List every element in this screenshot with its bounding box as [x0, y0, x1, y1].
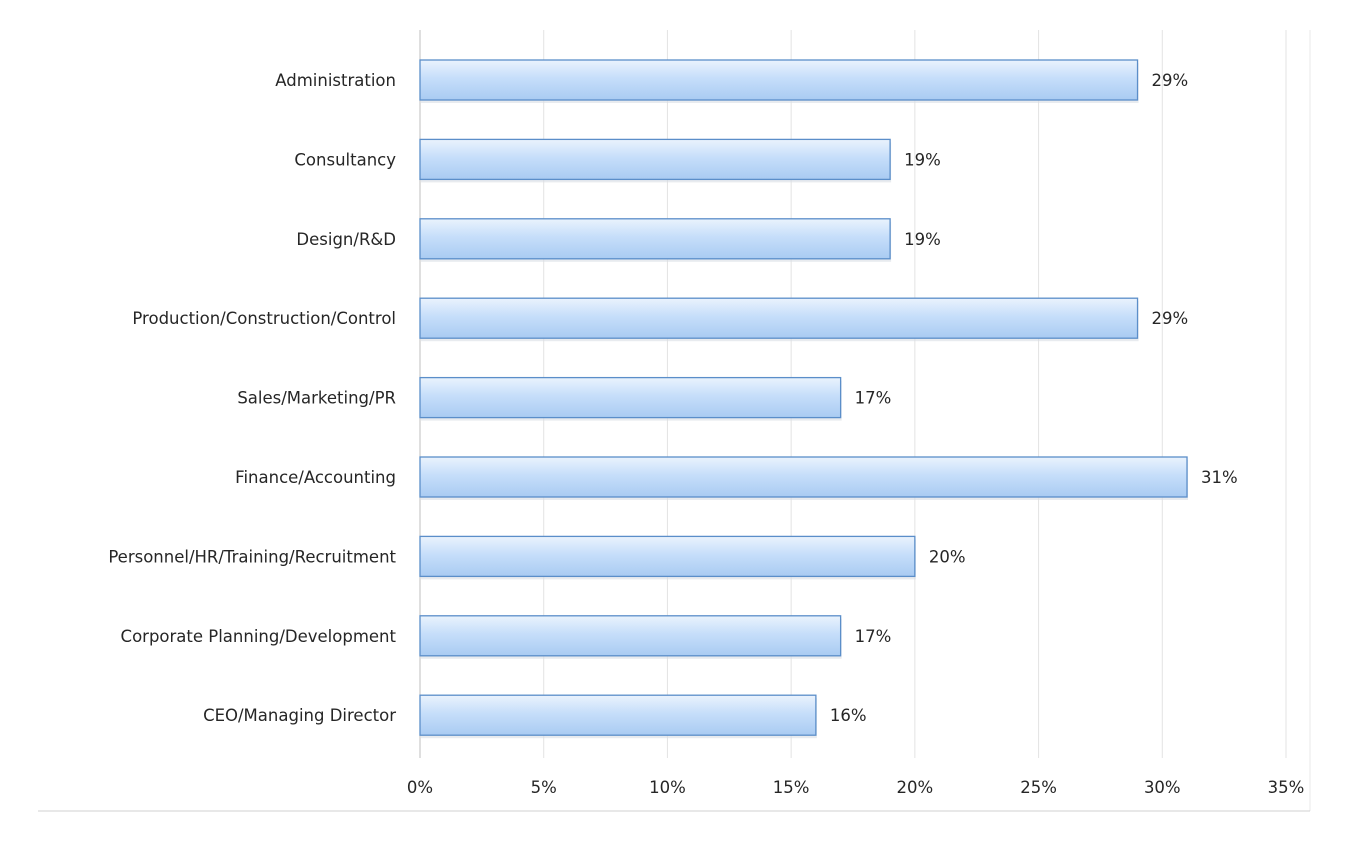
bar-design-r-d	[419, 218, 891, 260]
category-label: Corporate Planning/Development	[121, 627, 397, 646]
bars	[419, 59, 1189, 739]
category-label: Production/Construction/Control	[132, 309, 396, 328]
x-tick-label: 20%	[897, 778, 934, 797]
data-label: 16%	[830, 706, 867, 725]
x-tick-label: 10%	[649, 778, 686, 797]
bar-corporate-planning-development	[419, 615, 842, 657]
x-tick-label: 35%	[1268, 778, 1305, 797]
x-tick-label: 5%	[531, 778, 557, 797]
bar-administration	[419, 59, 1139, 101]
data-label: 29%	[1152, 71, 1189, 90]
category-label: Consultancy	[294, 150, 396, 169]
x-tick-label: 30%	[1144, 778, 1181, 797]
category-label: CEO/Managing Director	[203, 706, 396, 725]
data-label: 20%	[929, 547, 966, 566]
data-label: 29%	[1152, 309, 1189, 328]
data-label: 17%	[855, 389, 892, 408]
x-tick-label: 15%	[773, 778, 810, 797]
bar-personnel-hr-training-recruitment	[419, 535, 916, 578]
bar-ceo-managing-director	[419, 694, 817, 736]
category-label: Administration	[275, 71, 396, 90]
x-tick-label: 0%	[407, 778, 433, 797]
category-label: Finance/Accounting	[235, 468, 396, 487]
bar-sales-marketing-pr	[419, 376, 842, 419]
data-label: 17%	[855, 627, 892, 646]
category-label: Personnel/HR/Training/Recruitment	[108, 547, 396, 566]
bar-production-construction-control	[419, 297, 1139, 339]
category-label: Sales/Marketing/PR	[237, 389, 396, 408]
data-label: 19%	[904, 150, 941, 169]
x-tick-label: 25%	[1020, 778, 1057, 797]
data-label: 19%	[904, 230, 941, 249]
bar-finance-accounting	[419, 456, 1188, 498]
category-label: Design/R&D	[296, 230, 396, 249]
data-label: 31%	[1201, 468, 1238, 487]
bar-chart: Administration 29% Consultancy 19% Design/R&…	[38, 30, 1311, 812]
bar-consultancy	[419, 138, 891, 181]
